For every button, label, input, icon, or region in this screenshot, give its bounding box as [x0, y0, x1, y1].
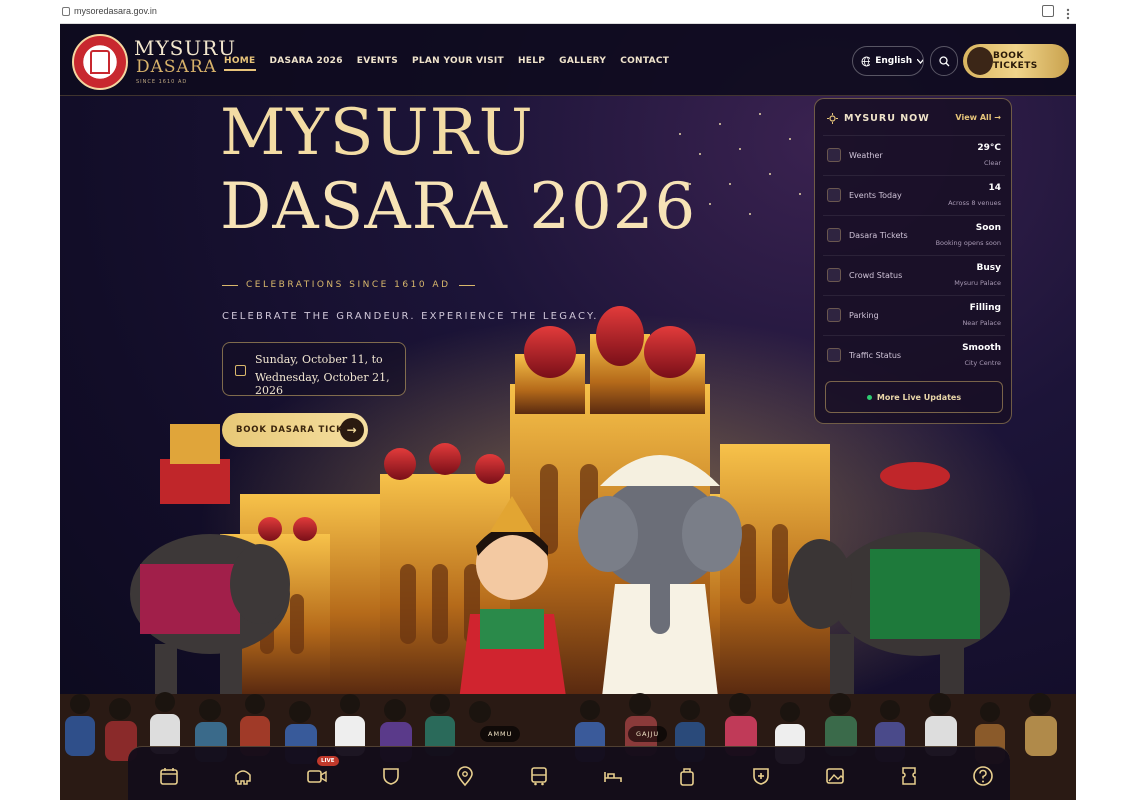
hero-title: MYSURU DASARA 2026 [220, 96, 696, 244]
browser-url-bar[interactable]: mysoredasara.gov.in [60, 0, 1076, 24]
nav-home[interactable]: HOME [224, 56, 256, 71]
status-label: Events Today [849, 191, 902, 200]
more-live-updates-button[interactable]: More Live Updates [825, 381, 1003, 413]
view-all-link[interactable]: View All → [955, 113, 1001, 122]
chevron-down-icon [917, 58, 923, 64]
arrow-right-icon: → [340, 418, 364, 442]
video-icon[interactable] [306, 765, 328, 787]
search-icon [938, 55, 949, 66]
lock-icon [62, 7, 70, 16]
site-logo[interactable] [72, 34, 128, 90]
status-label: Dasara Tickets [849, 231, 908, 240]
book-dasara-tickets-button[interactable]: BOOK DASARA TICKETS → [222, 413, 368, 447]
nav-plan-your-visit[interactable]: PLAN YOUR VISIT [412, 56, 504, 71]
status-sub: Mysuru Palace [954, 279, 1001, 287]
status-sub: City Centre [964, 359, 1001, 367]
car-icon [827, 348, 841, 362]
date-line1: Sunday, October 11, to [255, 353, 383, 366]
parking-icon [827, 308, 841, 322]
status-label: Parking [849, 311, 879, 320]
status-value: 29°C [977, 143, 1001, 153]
menu-icon[interactable] [1062, 5, 1074, 20]
page: AMMU GAJJU MYSURU DASARA SINCE 1610 AD H… [60, 24, 1076, 800]
extension-icon[interactable] [1042, 5, 1054, 17]
status-row-weather[interactable]: Weather 29°C Clear [823, 135, 1005, 173]
status-row-dasara-tickets[interactable]: Dasara Tickets Soon Booking opens soon [823, 215, 1005, 253]
logo-since: SINCE 1610 AD [136, 79, 188, 85]
hero-tagline: CELEBRATE THE GRANDEUR. EXPERIENCE THE L… [222, 311, 599, 322]
calendar-icon [827, 188, 841, 202]
mysuru-now-panel: MYSURU NOW View All → Weather 29°C Clear… [814, 98, 1012, 424]
status-value: 14 [988, 183, 1001, 193]
status-sub: Across 8 venues [948, 199, 1001, 207]
mascot-label-gajju: GAJJU [628, 726, 668, 742]
hero-title-line1: MYSURU [220, 96, 534, 170]
language-selector[interactable]: English [852, 46, 924, 76]
status-sub: Clear [984, 159, 1001, 167]
status-sub: Near Palace [962, 319, 1001, 327]
since-text: CELEBRATIONS SINCE 1610 AD [246, 280, 451, 290]
nav-dasara-2026[interactable]: DASARA 2026 [270, 56, 343, 71]
site-header: MYSURU DASARA SINCE 1610 AD HOME DASARA … [60, 24, 1076, 96]
status-value: Soon [975, 223, 1001, 233]
mascot-label-ammu: AMMU [480, 726, 521, 742]
ticket-icon[interactable] [898, 765, 920, 787]
status-value: Filling [969, 303, 1001, 313]
event-date-box: Sunday, October 11, to Wednesday, Octobe… [222, 342, 406, 397]
calendar-icon[interactable] [158, 765, 180, 787]
nav-contact[interactable]: CONTACT [620, 56, 669, 71]
status-sub: Booking opens soon [935, 239, 1001, 247]
status-row-parking[interactable]: Parking Filling Near Palace [823, 295, 1005, 333]
more-live-updates-label: More Live Updates [876, 392, 962, 402]
mysuru-now-title: MYSURU NOW [844, 113, 930, 124]
live-badge: LIVE [317, 756, 339, 766]
bed-icon[interactable] [602, 765, 624, 787]
elephant-icon[interactable] [232, 765, 254, 787]
book-tickets-label: BOOK TICKETS [993, 51, 1038, 71]
status-row-events-today[interactable]: Events Today 14 Across 8 venues [823, 175, 1005, 213]
status-row-traffic[interactable]: Traffic Status Smooth City Centre [823, 335, 1005, 373]
status-label: Traffic Status [849, 351, 902, 360]
date-line2: Wednesday, October 21, 2026 [255, 371, 390, 397]
sun-icon [827, 148, 841, 162]
elephant-icon [967, 47, 993, 75]
medical-shield-icon[interactable] [750, 765, 772, 787]
live-dot-icon [866, 394, 872, 400]
hero-title-line2: DASARA 2026 [220, 170, 697, 244]
status-value: Smooth [962, 343, 1001, 353]
status-label: Weather [849, 151, 883, 160]
help-icon[interactable] [972, 765, 994, 787]
search-button[interactable] [930, 46, 958, 76]
shield-icon[interactable] [380, 765, 402, 787]
nav-gallery[interactable]: GALLERY [559, 56, 606, 71]
status-value: Busy [976, 263, 1002, 273]
people-icon [827, 268, 841, 282]
book-tickets-button[interactable]: BOOK TICKETS [963, 44, 1069, 78]
nav-events[interactable]: EVENTS [357, 56, 398, 71]
url-text[interactable]: mysoredasara.gov.in [74, 6, 157, 16]
language-label: English [875, 56, 913, 66]
quick-access-bar: LIVE [128, 746, 1010, 800]
main-nav: HOME DASARA 2026 EVENTS PLAN YOUR VISIT … [224, 56, 669, 71]
bag-icon[interactable] [676, 765, 698, 787]
image-icon[interactable] [824, 765, 846, 787]
ticket-icon [827, 228, 841, 242]
nav-help[interactable]: HELP [518, 56, 545, 71]
globe-icon [861, 56, 871, 66]
bus-icon[interactable] [528, 765, 550, 787]
status-label: Crowd Status [849, 271, 903, 280]
since-line: CELEBRATIONS SINCE 1610 AD [222, 280, 475, 290]
map-pin-icon[interactable] [454, 765, 476, 787]
calendar-icon [235, 365, 246, 376]
logo-text-dasara[interactable]: DASARA [136, 57, 217, 77]
status-row-crowd[interactable]: Crowd Status Busy Mysuru Palace [823, 255, 1005, 293]
mysuru-now-header: MYSURU NOW [827, 113, 930, 124]
sun-icon [827, 113, 838, 124]
